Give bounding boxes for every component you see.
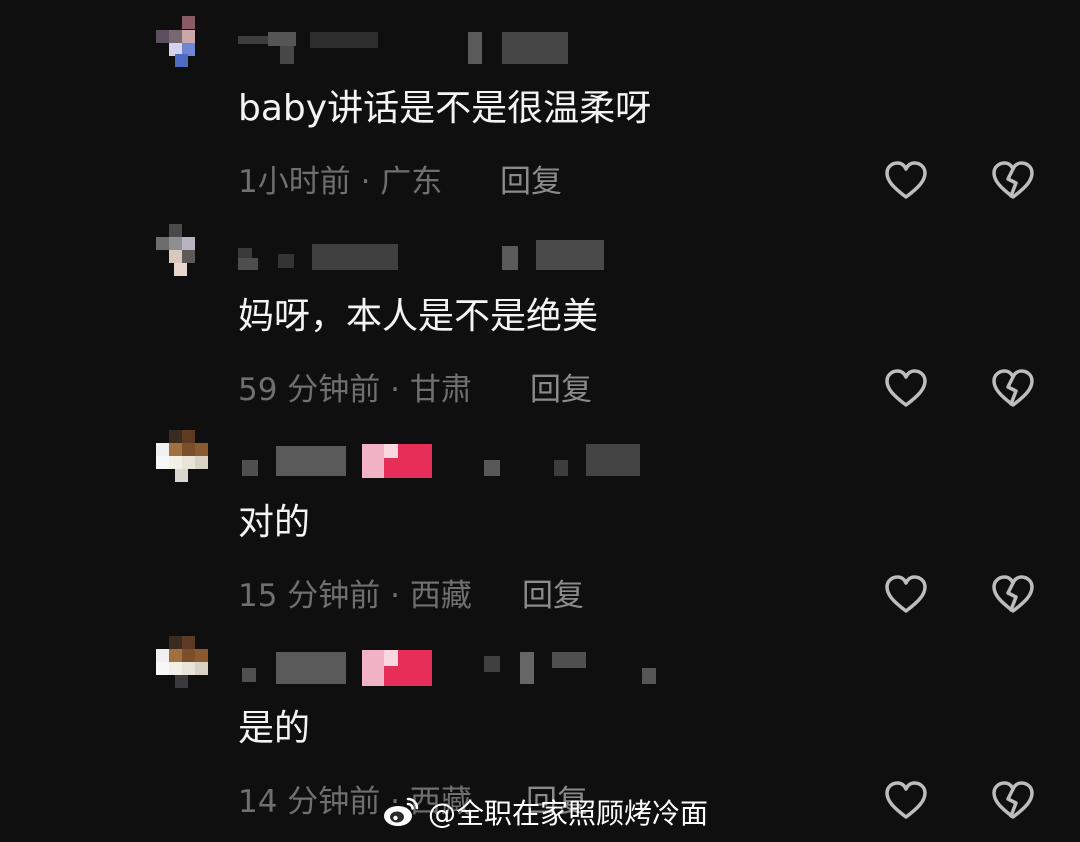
like-button[interactable] [884,575,928,615]
comment-text: 对的 [238,502,311,543]
username-blurred[interactable] [238,442,658,482]
dislike-button[interactable] [991,781,1035,821]
broken-heart-icon [992,369,1034,407]
broken-heart-icon [992,781,1034,819]
watermark-text: @全职在家照顾烤冷面 [428,797,709,830]
heart-outline-icon [885,781,927,819]
heart-outline-icon [885,161,927,199]
reply-button[interactable]: 回复 [522,574,584,618]
comment-meta: 1小时前 · 广东 [238,164,443,200]
dislike-button[interactable] [991,161,1035,201]
like-button[interactable] [884,161,928,201]
username-blurred[interactable] [238,648,658,688]
dislike-button[interactable] [991,369,1035,409]
reply-button[interactable]: 回复 [500,160,562,204]
dislike-button[interactable] [991,575,1035,615]
avatar[interactable] [156,16,208,68]
comment-meta: 15 分钟前 · 西藏 [238,578,472,614]
avatar[interactable] [156,636,208,688]
username-blurred[interactable] [238,236,658,276]
comment-item: 对的 15 分钟前 · 西藏 回复 [0,430,1080,636]
like-button[interactable] [884,369,928,409]
reply-button[interactable]: 回复 [530,368,592,412]
comment-item: baby讲话是不是很温柔呀 1小时前 · 广东 回复 [0,16,1080,222]
avatar[interactable] [156,224,208,276]
weibo-logo-icon [384,797,419,826]
watermark: @全职在家照顾烤冷面 [382,790,708,834]
comment-text: baby讲话是不是很温柔呀 [238,88,652,129]
heart-outline-icon [885,369,927,407]
avatar[interactable] [156,430,208,482]
comment-text: 妈呀，本人是不是绝美 [238,296,599,337]
like-button[interactable] [884,781,928,821]
username-blurred[interactable] [238,28,658,68]
broken-heart-icon [992,161,1034,199]
heart-outline-icon [885,575,927,613]
comment-item: 妈呀，本人是不是绝美 59 分钟前 · 甘肃 回复 [0,224,1080,430]
comment-meta: 59 分钟前 · 甘肃 [238,372,472,408]
comment-text: 是的 [238,708,311,749]
broken-heart-icon [992,575,1034,613]
